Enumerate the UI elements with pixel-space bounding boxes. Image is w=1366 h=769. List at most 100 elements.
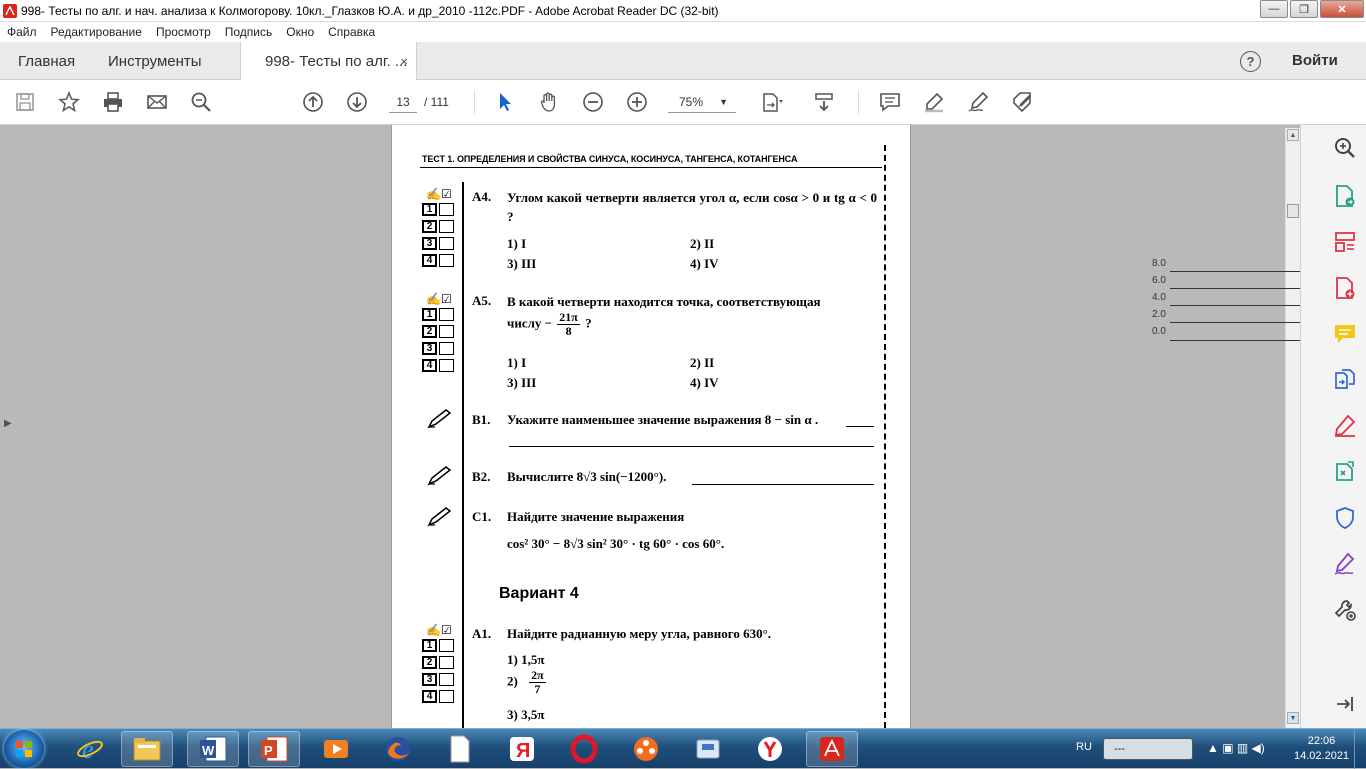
next-page-icon[interactable]	[345, 90, 369, 114]
previous-page-icon[interactable]	[301, 90, 325, 114]
internet-explorer-icon[interactable]: e	[64, 731, 116, 767]
file-explorer-icon[interactable]	[121, 731, 173, 767]
comment-note-icon[interactable]	[1332, 321, 1358, 347]
scroll-up-arrow-icon[interactable]: ▲	[1287, 129, 1299, 141]
convert-icon[interactable]	[1332, 459, 1358, 485]
blank-document-icon[interactable]	[434, 731, 486, 767]
tab-close-icon[interactable]: ×	[400, 54, 408, 69]
menu-window[interactable]: Окно	[279, 25, 321, 39]
answer-checkbox[interactable]	[439, 254, 454, 267]
option-v4a1-3: 3) 3,5π	[507, 707, 545, 722]
answer-number: 2	[422, 325, 437, 338]
print-icon[interactable]	[101, 90, 125, 114]
organize-pages-icon[interactable]	[1332, 229, 1358, 255]
answer-checkbox[interactable]	[439, 359, 454, 372]
axis-tick-label: 6.0	[1152, 275, 1166, 286]
sign-pen-icon[interactable]	[966, 90, 990, 114]
more-tools-icon[interactable]	[1332, 597, 1358, 623]
minimize-button[interactable]: —	[1260, 0, 1288, 18]
answer-checkbox[interactable]	[439, 673, 454, 686]
expand-left-pane-icon[interactable]: ▶	[4, 418, 12, 429]
language-indicator[interactable]: RU	[1076, 741, 1092, 753]
option-number: 2)	[507, 673, 518, 689]
combine-files-icon[interactable]	[1332, 367, 1358, 393]
option-v4a1-1: 1) 1,5π	[507, 652, 545, 667]
menu-file[interactable]: Файл	[0, 25, 44, 39]
tray-icons[interactable]: ▲ ▣ ▥ ◀)	[1207, 741, 1265, 755]
a5-number-suffix: ?	[585, 315, 592, 331]
close-button[interactable]: ✕	[1320, 0, 1364, 18]
menu-help[interactable]: Справка	[321, 25, 382, 39]
scroll-thumb[interactable]	[1287, 204, 1299, 218]
answer-checkbox[interactable]	[439, 342, 454, 355]
highlight-pen-icon[interactable]	[922, 90, 946, 114]
zoom-out-icon[interactable]	[581, 90, 605, 114]
fill-sign-icon[interactable]	[1010, 90, 1034, 114]
answer-number: 4	[422, 359, 437, 372]
answer-checkbox[interactable]	[439, 639, 454, 652]
acrobat-taskbar-icon[interactable]	[806, 731, 858, 767]
edit-pdf-icon[interactable]	[1332, 413, 1358, 439]
protect-shield-icon[interactable]	[1332, 505, 1358, 531]
zoom-in-icon[interactable]	[625, 90, 649, 114]
tab-tools[interactable]: Инструменты	[108, 42, 202, 80]
answer-checkbox[interactable]	[439, 203, 454, 216]
start-button[interactable]	[4, 730, 44, 768]
clock[interactable]: 22:06 14.02.2021	[1294, 734, 1349, 764]
margin-line	[462, 182, 464, 728]
yandex-icon[interactable]	[744, 731, 796, 767]
answer-number: 1	[422, 308, 437, 321]
zoom-select[interactable]: 75% ▼	[668, 91, 736, 113]
answer-checkbox[interactable]	[439, 220, 454, 233]
tab-home[interactable]: Главная	[18, 42, 75, 80]
login-button[interactable]: Войти	[1292, 52, 1338, 69]
answer-checkbox[interactable]	[439, 325, 454, 338]
question-label-c1: С1.	[472, 509, 492, 524]
scroll-down-arrow-icon[interactable]: ▼	[1287, 712, 1299, 724]
maximize-button[interactable]: ❐	[1290, 0, 1318, 18]
collapse-pane-icon[interactable]	[1332, 691, 1358, 717]
fill-sign-pen-icon[interactable]	[1332, 551, 1358, 577]
app-tray-icon[interactable]	[682, 731, 734, 767]
acrobat-icon	[3, 3, 17, 18]
answer-checkbox[interactable]	[439, 237, 454, 250]
powerpoint-icon[interactable]: P	[248, 731, 300, 767]
word-icon[interactable]: W	[187, 731, 239, 767]
select-cursor-icon[interactable]	[493, 90, 517, 114]
option-a5-4: 4) IV	[690, 375, 719, 390]
firefox-icon[interactable]	[372, 731, 424, 767]
toolbar: 13 / 111 75% ▼	[0, 80, 1366, 125]
save-icon[interactable]	[13, 90, 37, 114]
email-icon[interactable]	[145, 90, 169, 114]
export-pdf-icon[interactable]	[1332, 183, 1358, 209]
answer-checkbox[interactable]	[439, 656, 454, 669]
app-orange-icon[interactable]	[620, 731, 672, 767]
tray-widget[interactable]: ---	[1103, 738, 1193, 760]
zoom-search-icon[interactable]	[189, 90, 213, 114]
menu-view[interactable]: Просмотр	[149, 25, 218, 39]
window-title: 998- Тесты по алг. и нач. анализа к Колм…	[21, 3, 719, 18]
scroll-mode-icon[interactable]	[812, 90, 836, 114]
vertical-scrollbar[interactable]: ▲ ▼	[1285, 128, 1300, 728]
comment-icon[interactable]	[878, 90, 902, 114]
create-pdf-icon[interactable]	[1332, 275, 1358, 301]
menu-sign[interactable]: Подпись	[218, 25, 280, 39]
answer-grid-v4a1: ✍☑ 1 2 3 4	[422, 623, 454, 705]
help-icon[interactable]: ?	[1240, 51, 1261, 72]
opera-icon[interactable]	[558, 731, 610, 767]
page-fit-icon[interactable]	[760, 90, 784, 114]
answer-checkbox[interactable]	[439, 690, 454, 703]
page-number-input[interactable]: 13	[389, 91, 417, 113]
question-text-a4: Углом какой четверти является угол α, ес…	[507, 190, 877, 224]
zoom-search-icon[interactable]	[1332, 135, 1358, 161]
media-player-icon[interactable]	[310, 731, 362, 767]
hand-tool-icon[interactable]	[537, 90, 561, 114]
yandex-browser-icon[interactable]: Я	[496, 731, 548, 767]
show-desktop-button[interactable]	[1354, 729, 1366, 769]
tab-document[interactable]: 998- Тесты по алг. ... ×	[240, 42, 417, 81]
bookmark-star-icon[interactable]	[57, 90, 81, 114]
chevron-down-icon: ▼	[719, 97, 728, 107]
menu-bar: Файл Редактирование Просмотр Подпись Окн…	[0, 22, 1366, 42]
answer-checkbox[interactable]	[439, 308, 454, 321]
menu-edit[interactable]: Редактирование	[44, 25, 149, 39]
